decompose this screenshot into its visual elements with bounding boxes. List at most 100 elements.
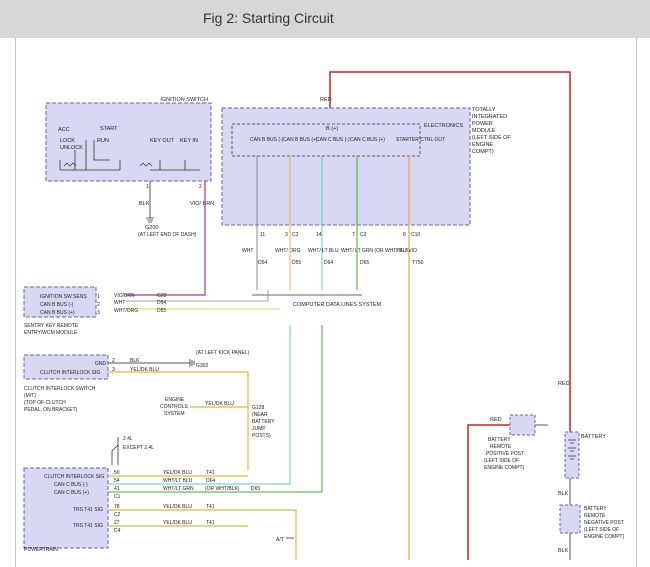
tipm-circ-4: D65 (360, 260, 369, 266)
tipm-bplus: B (+) (326, 126, 338, 132)
acc-label: ACC (58, 127, 70, 133)
tipm-wire-5: YEL/ VIO (396, 248, 417, 254)
pcm-row-1: CLUTCH INTERLOCK SIG (44, 474, 104, 480)
ign-pin2: 2 (199, 184, 202, 190)
tipm-wire-3: WHT/ LT BLU (308, 248, 339, 254)
pcm-row-3: CAN C BUS (+) (54, 490, 89, 496)
clutch-title-4: PEDAL, ON BRACKET) (24, 407, 78, 413)
tipm-conn-c2: C2 (360, 232, 367, 238)
engine-controls-3: SYSTEM (164, 411, 185, 417)
tipm-pin-3: 14 (316, 232, 322, 238)
pcm-title: POWERTRAIN (24, 547, 58, 553)
pcm-wire-5: YEL/DK BLU (163, 520, 192, 526)
sentry-module: IGNITION SW SENS CAN B BUS (-) CAN B BUS… (23, 286, 167, 336)
sentry-row-1: IGNITION SW SENS (40, 294, 87, 300)
pcm-circ-5: T41 (206, 520, 215, 526)
ign-blk-wire: BLK (139, 201, 150, 207)
pcm-module: CLUTCH INTERLOCK SIG CAN C BUS (-) CAN C… (23, 436, 260, 553)
sentry-circ-1: G20 (157, 293, 167, 299)
tipm-title-7: COMPT) (472, 149, 494, 155)
tipm-col-2: CAN B BUS (+) (283, 137, 318, 143)
tipm-col-4: CAN C BUS (+) (350, 137, 385, 143)
pos-post-5: ENGINE COMPT) (484, 465, 525, 471)
pos-post-1: BATTERY (488, 437, 511, 443)
tipm-pin-1: 11 (260, 232, 265, 238)
sentry-row-2: CAN B BUS (-) (40, 302, 74, 308)
ign-pin1: 1 (146, 184, 149, 190)
g200-note: (AT LEFT END OF DASH) (138, 232, 197, 238)
wiring-diagram: IGNITION SWITCH ACC LOCK UNLOCK START RU… (23, 71, 625, 560)
tipm-conn-c10: C10 (411, 232, 420, 238)
ignition-title: IGNITION SWITCH (160, 97, 208, 103)
pcm-pin-4: 78 (114, 504, 120, 510)
tipm-title-5: (LEFT SIDE OF (472, 135, 511, 141)
neg-post-5: ENGINE COMPT) (584, 534, 625, 540)
pcm-wire-3: WHT/LT GRN (163, 486, 194, 492)
engine-controls-2: CONTROLS (160, 404, 188, 410)
sentry-pin-3: 3 (97, 310, 100, 316)
neg-post-1: BATTERY (584, 506, 607, 512)
pcm-circ-2: D64 (206, 478, 215, 484)
tipm-pin-2: 3 (285, 232, 288, 238)
at-label: A/T (276, 537, 284, 543)
key-in-label: KEY IN (180, 138, 198, 144)
g128-note-3: JUMP (252, 426, 266, 432)
pcm-pin-1: 50 (114, 470, 120, 476)
sentry-circ-3: D55 (157, 308, 166, 314)
battery-red-2: RED (490, 417, 502, 423)
tipm-wire-1: WHT (242, 248, 253, 254)
tipm-wire-2: WHT/ ORG (275, 248, 301, 254)
tipm-circ-2: D55 (292, 260, 301, 266)
ign-vio-brn-wire: VIO/ BRN (190, 201, 214, 207)
sentry-row-3: CAN B BUS (+) (40, 310, 75, 316)
key-out-label: KEY OUT (150, 138, 175, 144)
neg-post-4: (LEFT SIDE OF (584, 527, 619, 533)
g200-label: G200 (145, 225, 158, 231)
battery-blk-1: BLK (558, 491, 569, 497)
tipm-pin-5: 8 (403, 232, 406, 238)
tipm-col-3: CAN C BUS (-) (316, 137, 350, 143)
g128-label: G128 (252, 405, 264, 411)
pcm-circ-4: T41 (206, 504, 215, 510)
data-lines-label: COMPUTER DATA LINES SYSTEM (293, 302, 382, 308)
unlock-label: UNLOCK (60, 145, 83, 151)
battery-section: BATTERY REMOTE POSITIVE POST (LEFT SIDE … (484, 414, 625, 560)
lock-label: LOCK (60, 138, 75, 144)
pcm-pin-2: 54 (114, 478, 120, 484)
pcm-row-4: TRS T41 SIG (73, 507, 103, 513)
pcm-pin-3: 41 (114, 486, 120, 492)
computer-data-lines: COMPUTER DATA LINES SYSTEM (252, 294, 382, 308)
pcm-or-label: (OR WHT/BLK) (205, 486, 240, 492)
g128-note-4: POSTS) (252, 433, 271, 439)
engine-controls-1: ENGINE (165, 397, 185, 403)
pcm-wire-1: YEL/DK BLU (163, 470, 192, 476)
tipm-circ-3: D64 (324, 260, 333, 266)
sentry-circ-2: D54 (157, 300, 166, 306)
sentry-wire-2: WHT (114, 300, 125, 306)
neg-post-2: REMOTE (584, 513, 606, 519)
battery-label: BATTERY (581, 434, 606, 440)
pos-post-4: (LEFT SIDE OF (484, 458, 519, 464)
pcm-conn-c4: C4 (114, 528, 121, 534)
tipm-circ-5: T750 (412, 260, 424, 266)
pcm-circ-1: T41 (206, 470, 215, 476)
tipm-module: RED B (+) ELECTRONICS TOTALLY INTEGRATED… (221, 97, 511, 266)
run-label: RUN (97, 138, 109, 144)
tipm-title-2: INTEGRATED (472, 114, 507, 120)
clutch-title-3: (TOP OF CLUTCH (24, 400, 66, 406)
battery-red-1: RED (558, 381, 570, 387)
battery-blk-2: BLK (558, 548, 569, 554)
pcm-row-5: TRS T41 SIG (73, 523, 103, 529)
tipm-title-3: POWER (472, 121, 493, 127)
tipm-pin-4: 7 (352, 232, 355, 238)
clutch-title-2: (M/T) (24, 393, 36, 399)
sentry-wire-1: VIO/BRN (114, 293, 135, 299)
start-label: START (100, 126, 118, 132)
neg-post-3: NEGATIVE POST (584, 520, 624, 526)
pcm-pin-5: 27 (114, 520, 120, 526)
engine-controls: ENGINE CONTROLS SYSTEM YEL/DK BLU G128 (… (160, 397, 275, 439)
pcm-wire-4: YEL/DK BLU (163, 504, 192, 510)
tipm-col-1: CAN B BUS (-) (250, 137, 284, 143)
tipm-circ-1: D54 (258, 260, 267, 266)
g128-note-2: BATTERY (252, 419, 275, 425)
